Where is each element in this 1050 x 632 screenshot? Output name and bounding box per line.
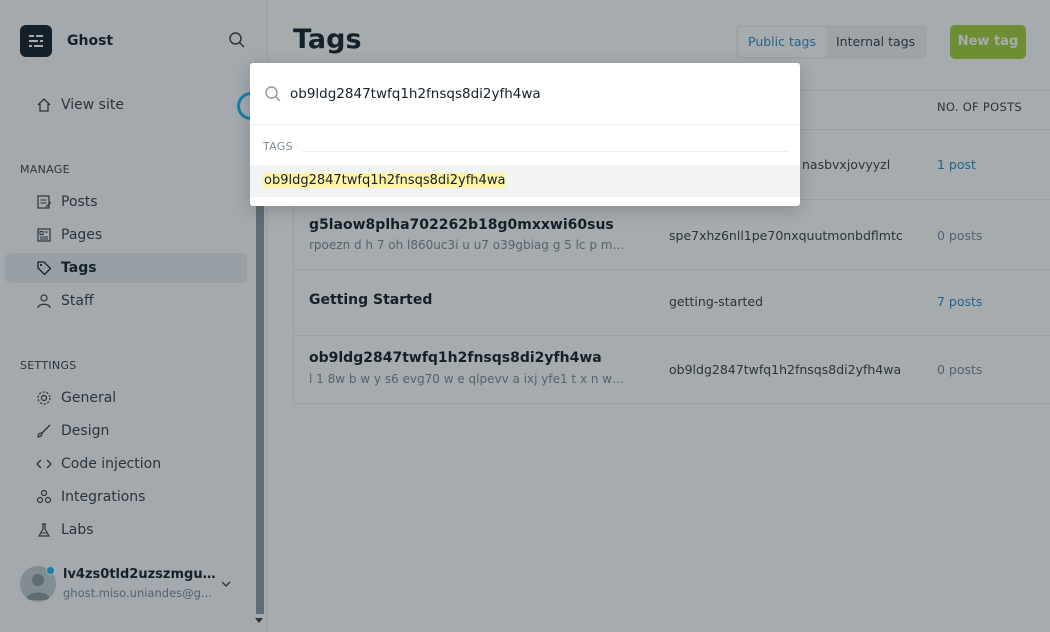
search-input[interactable] [290, 83, 780, 105]
search-group-label: TAGS [263, 140, 293, 153]
search-result-label: ob9ldg2847twfq1h2fnsqs8di2yfh4wa [263, 173, 507, 188]
search-result-item[interactable]: ob9ldg2847twfq1h2fnsqs8di2yfh4wa [250, 165, 800, 197]
search-input-row [250, 63, 800, 125]
search-modal: TAGS ob9ldg2847twfq1h2fnsqs8di2yfh4wa [250, 63, 800, 206]
search-icon [265, 86, 281, 102]
search-group-divider [302, 151, 788, 152]
